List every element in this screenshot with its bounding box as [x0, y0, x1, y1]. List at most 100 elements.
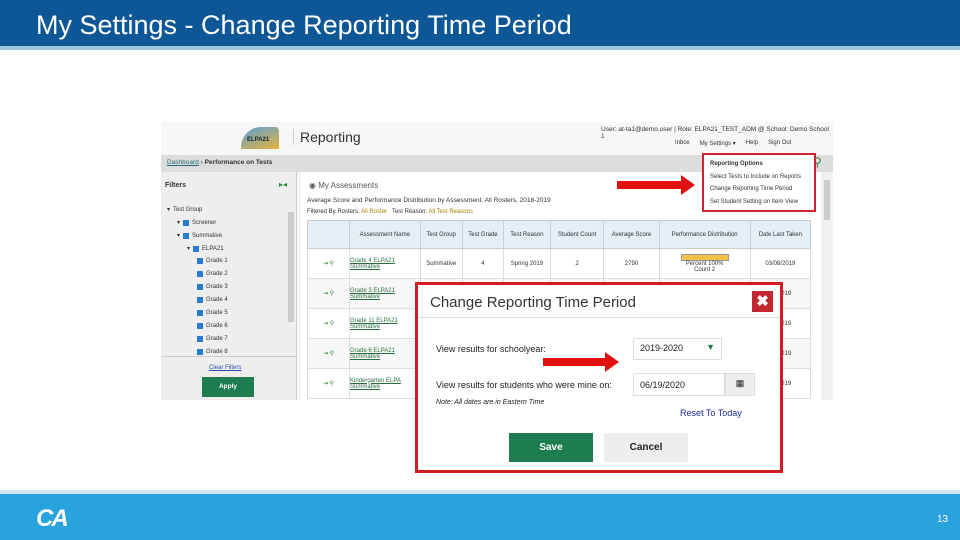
export-icon[interactable]: ⇥ — [323, 321, 328, 327]
cell-score: 2790 — [603, 248, 660, 279]
checkbox[interactable] — [197, 349, 203, 355]
filter-label: Grade 2 — [206, 271, 228, 277]
checkbox[interactable] — [197, 323, 203, 329]
expand-icon[interactable]: ▾ — [187, 245, 190, 252]
column-header[interactable]: Test Group — [419, 220, 463, 249]
close-button[interactable]: ✖ — [752, 291, 773, 312]
checkbox[interactable] — [183, 219, 190, 226]
filter-item[interactable]: Grade 8 — [197, 349, 228, 355]
slide-title: My Settings - Change Reporting Time Peri… — [36, 10, 572, 40]
column-header[interactable]: Assessment Name — [349, 220, 421, 249]
collapse-icon[interactable]: ▸◂ — [279, 180, 287, 189]
filter-item[interactable]: Grade 6 — [197, 323, 228, 329]
filter-item[interactable]: Grade 5 — [197, 310, 228, 316]
filter-label: Filtered By Rosters: — [307, 209, 360, 215]
reset-to-today-link[interactable]: Reset To Today — [680, 408, 742, 418]
expand-icon[interactable]: ▾ — [177, 232, 180, 239]
export-icon[interactable]: ⇥ — [323, 351, 328, 357]
column-header[interactable]: Test Reason — [503, 220, 551, 249]
report-subtitle: Average Score and Performance Distributi… — [307, 197, 551, 204]
menu-item-student-setting[interactable]: Set Student Setting on Item View — [710, 196, 808, 209]
magnify-icon[interactable]: ⚲ — [330, 381, 334, 387]
reporting-options-menu: Reporting Options Select Tests to Includ… — [702, 153, 816, 212]
dist-pct: 100% — [708, 261, 724, 267]
schoolyear-select[interactable]: 2019-2020 ▼ — [633, 338, 722, 360]
page-scrollbar[interactable] — [822, 172, 832, 400]
breadcrumb-dashboard[interactable]: Dashboard — [167, 159, 199, 166]
date-input[interactable] — [633, 373, 725, 396]
column-header[interactable]: Date Last Taken — [749, 220, 812, 249]
filter-item[interactable]: Grade 3 — [197, 284, 228, 290]
filter-item[interactable]: Grade 4 — [197, 297, 228, 303]
assessment-sub: Summative — [350, 383, 381, 390]
filter-item[interactable]: ▾ ELPA21 — [187, 245, 224, 252]
checkbox[interactable] — [193, 245, 200, 252]
magnify-icon[interactable]: ⚲ — [330, 321, 334, 327]
red-arrow-icon — [543, 352, 619, 372]
section-title[interactable]: ◉ My Assessments — [309, 181, 378, 190]
column-header[interactable]: Student Count — [549, 220, 605, 249]
magnify-icon[interactable]: ⚲ — [330, 261, 334, 267]
page-number: 13 — [937, 514, 949, 525]
checkbox[interactable] — [197, 297, 203, 303]
filter-label: Grade 3 — [206, 284, 228, 290]
column-header[interactable]: Test Grade — [461, 220, 505, 249]
col-actions — [307, 220, 350, 249]
checkbox[interactable] — [197, 258, 203, 264]
export-icon[interactable]: ⇥ — [323, 381, 328, 387]
menu-item-change-time-period[interactable]: Change Reporting Time Period — [710, 183, 808, 196]
filter-label: Test Group — [173, 206, 203, 213]
cell-grade: 4 — [461, 248, 505, 279]
top-nav: Inbox My Settings ▾ Help Sign Out — [675, 140, 791, 147]
export-icon[interactable]: ⇥ — [323, 291, 328, 297]
assessment-sub: Summative — [350, 353, 381, 360]
filter-item[interactable]: Grade 7 — [197, 336, 228, 342]
schoolyear-label: View results for schoolyear: — [436, 344, 546, 354]
calendar-icon[interactable]: ▦ — [725, 373, 755, 396]
assessment-sub: Summative — [350, 323, 381, 330]
cell-reason: Spring 2019 — [503, 248, 551, 279]
checkbox[interactable] — [197, 271, 203, 277]
sign-out-link[interactable]: Sign Out — [768, 140, 791, 147]
help-link[interactable]: Help — [746, 140, 758, 147]
cell-distribution: Percent 100% Count 2 — [658, 248, 751, 279]
filter-item[interactable]: Grade 2 — [197, 271, 228, 277]
filter-item[interactable]: ▾ Test Group — [167, 206, 203, 214]
apply-button[interactable]: Apply — [202, 377, 254, 397]
magnify-icon[interactable]: ⚲ — [330, 351, 334, 357]
clear-filters-link[interactable]: Clear Filters — [209, 365, 241, 371]
schoolyear-value: 2019-2020 — [640, 343, 684, 353]
filter-roster: All Roster — [361, 209, 388, 215]
filter-item[interactable]: ▾ Screener — [177, 219, 216, 226]
assessment-sub: Summative — [350, 293, 381, 300]
checkbox[interactable] — [197, 310, 203, 316]
export-icon[interactable]: ⇥ — [323, 261, 328, 267]
expand-icon[interactable]: ▾ — [167, 206, 170, 213]
menu-title: Reporting Options — [710, 161, 763, 167]
cell-count: 2 — [549, 248, 605, 279]
filters-scrollbar[interactable] — [288, 212, 294, 322]
red-arrow-icon — [617, 175, 695, 195]
change-time-period-dialog: Change Reporting Time Period ✖ View resu… — [415, 282, 783, 473]
expand-icon[interactable]: ▾ — [177, 219, 180, 226]
column-header[interactable]: Performance Distribution — [658, 220, 751, 249]
filter-label: Grade 8 — [206, 349, 228, 355]
checkbox[interactable] — [197, 336, 203, 342]
checkbox[interactable] — [183, 232, 190, 239]
distribution-bar[interactable] — [680, 254, 729, 261]
divider — [161, 356, 297, 357]
magnify-icon[interactable]: ⚲ — [330, 291, 334, 297]
menu-item-select-tests[interactable]: Select Tests to Include on Reports — [710, 171, 808, 184]
cell-date: 03/08/2019 — [749, 248, 812, 279]
filter-item[interactable]: Grade 1 — [197, 258, 228, 264]
checkbox[interactable] — [197, 284, 203, 290]
cancel-button[interactable]: Cancel — [604, 433, 688, 462]
filter-item[interactable]: ▾ Summative — [177, 232, 222, 239]
column-header[interactable]: Average Score — [603, 220, 660, 249]
inbox-link[interactable]: Inbox — [675, 140, 690, 147]
filter-summary: Filtered By Rosters: All Roster Test Rea… — [307, 209, 473, 215]
save-button[interactable]: Save — [509, 433, 593, 462]
app-title: Reporting — [293, 129, 361, 145]
filter-label: Summative — [192, 232, 223, 239]
my-settings-link[interactable]: My Settings ▾ — [700, 140, 736, 147]
